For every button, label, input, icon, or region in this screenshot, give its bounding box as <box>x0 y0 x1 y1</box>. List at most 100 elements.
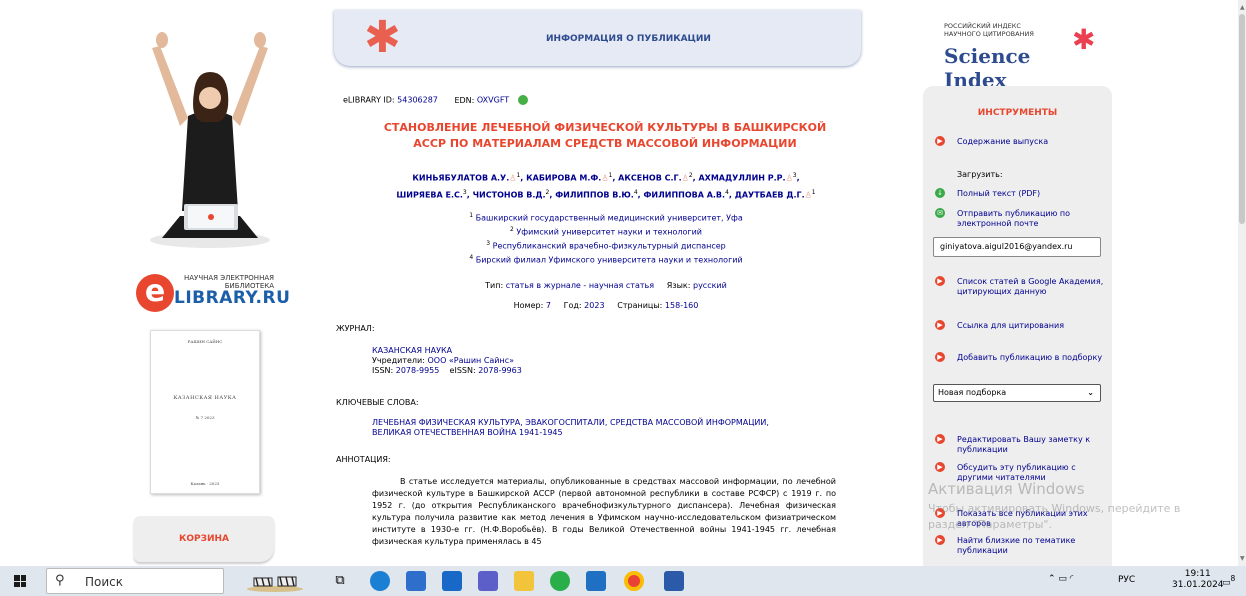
taskbar-search-input[interactable]: ⚲ Поиск <box>46 568 224 594</box>
number-link[interactable]: 7 <box>546 301 551 310</box>
collection-select[interactable]: Новая подборка ⌄ <box>933 384 1101 402</box>
search-placeholder: Поиск <box>85 575 124 589</box>
cart-button[interactable]: КОРЗИНА <box>134 516 274 562</box>
file-explorer-icon[interactable] <box>514 571 534 591</box>
author-affil-ref: 2 <box>688 172 693 179</box>
mail-app-icon[interactable] <box>442 571 462 591</box>
microsoft-store-icon[interactable] <box>406 571 426 591</box>
arrow-right-icon: ▶ <box>935 136 945 146</box>
elibrary-logo[interactable]: e НАУЧНАЯ ЭЛЕКТРОННАЯ БИБЛИОТЕКА LIBRARY… <box>136 270 290 314</box>
edn-label: EDN: <box>454 95 475 105</box>
cover-title: КАЗАНСКАЯ НАУКА <box>173 395 237 401</box>
science-index-logo[interactable]: РОССИЙСКИЙ ИНДЕКС НАУЧНОГО ЦИТИРОВАНИЯ S… <box>944 22 1096 92</box>
person-icon[interactable]: ♙ <box>805 190 812 199</box>
eissn-label: eISSN: <box>449 366 476 375</box>
asterisk-logo-icon: ✱ <box>1072 23 1096 56</box>
affiliation-number: 4 <box>469 254 474 262</box>
lang-label: Язык: <box>666 281 691 290</box>
download-icon: ↓ <box>935 188 945 198</box>
chrome-browser-icon[interactable] <box>624 571 644 591</box>
scroll-down-icon[interactable]: ▼ <box>1240 555 1245 562</box>
year-label: Год: <box>563 301 582 310</box>
abstract-text: В статье исследуется материалы, опублико… <box>372 477 836 547</box>
keyword-link[interactable]: ВЕЛИКАЯ ОТЕЧЕСТВЕННАЯ ВОЙНА 1941-1945 <box>372 428 563 437</box>
journal-block: КАЗАНСКАЯ НАУКА Учредители: ООО «Рашин С… <box>372 346 522 376</box>
pages-label: Страницы: <box>617 301 663 310</box>
pdf-app-icon[interactable] <box>586 571 606 591</box>
clock-time: 19:11 <box>1184 569 1211 579</box>
elibrary-name: LIBRARY.RU <box>174 288 291 308</box>
windows-activation-hint: Чтобы активировать Windows, перейдите в <box>928 502 1181 515</box>
edn-link[interactable]: OXVGFT <box>477 96 509 105</box>
zebra-search-highlight-icon[interactable] <box>246 572 304 592</box>
author-affil-ref: 1 <box>516 172 521 179</box>
page-scrollbar[interactable]: ▲ ▼ <box>1238 0 1246 566</box>
author-affil-ref: 1 <box>811 188 816 196</box>
mail-icon: ✉ <box>935 208 945 218</box>
author-link[interactable]: АХМАДУЛЛИН Р.Р. <box>698 174 785 183</box>
tool-label: Ссылка для цитирования <box>957 321 1065 330</box>
teams-icon[interactable] <box>478 571 498 591</box>
author-affil-ref: 4 <box>633 188 638 196</box>
scrollbar-thumb[interactable] <box>1239 14 1245 224</box>
arrow-right-icon: ▶ <box>935 276 945 286</box>
abstract-heading: АННОТАЦИЯ: <box>336 455 391 464</box>
journal-cover[interactable]: РАШИН САЙНС КАЗАНСКАЯ НАУКА № 7 2023 Каз… <box>150 330 260 494</box>
pages-value: 158-160 <box>664 301 699 310</box>
publication-type-line: Тип: статья в журнале - научная статья Я… <box>356 281 856 290</box>
author-link[interactable]: ШИРЯЕВА Е.С. <box>396 190 463 199</box>
affiliation-link[interactable]: Республиканский врачебно-физкультурный д… <box>493 242 726 251</box>
author-affil-ref: 3 <box>462 188 467 196</box>
affiliation-link[interactable]: Бирский филиал Уфимского университета на… <box>476 256 743 265</box>
lang-value: русский <box>692 281 727 290</box>
publication-title-line-2: АССР ПО МАТЕРИАЛАМ СРЕДСТВ МАССОВОЙ ИНФО… <box>413 137 797 150</box>
author-affil-ref: 2 <box>545 188 550 196</box>
elibrary-id-value: 54306287 <box>397 95 438 105</box>
founder-link[interactable]: ООО «Рашин Сайнс» <box>427 356 514 365</box>
author-link[interactable]: ЧИСТОНОВ В.Д. <box>473 190 546 199</box>
author-link[interactable]: ФИЛИППОВ В.Ю. <box>555 190 634 199</box>
authors-list: КИНЬЯБУЛАТОВ А.У.♙1, КАБИРОВА М.Ф.♙1, АК… <box>356 169 856 202</box>
task-view-icon[interactable]: ⧉ <box>330 571 350 591</box>
cover-publisher: РАШИН САЙНС <box>187 339 223 344</box>
elibrary-id-label: eLIBRARY ID: <box>343 95 395 105</box>
qr-code-icon[interactable] <box>517 95 528 105</box>
affiliation-link[interactable]: Уфимский университет науки и технологий <box>516 228 702 237</box>
affiliation-link[interactable]: Башкирский государственный медицинский у… <box>476 214 743 223</box>
affiliation-item: 2 Уфимский университет науки и технологи… <box>356 224 856 238</box>
tool-label: Добавить публикацию в подборку <box>957 353 1103 362</box>
author-link[interactable]: ДАУТБАЕВ Д.Г. <box>735 190 805 199</box>
whatsapp-icon[interactable] <box>550 571 570 591</box>
author-link[interactable]: ФИЛИППОВА А.В. <box>643 190 725 199</box>
author-link[interactable]: АКСЕНОВ С.Г. <box>618 174 682 183</box>
authors-line-1: КИНЬЯБУЛАТОВ А.У.♙1, КАБИРОВА М.Ф.♙1, АК… <box>412 172 800 183</box>
keywords-heading: КЛЮЧЕВЫЕ СЛОВА: <box>336 398 419 407</box>
windows-activation-watermark: Активация Windows <box>928 480 1085 498</box>
affiliation-number: 2 <box>510 226 514 234</box>
type-value: статья в журнале - научная статья <box>505 281 655 290</box>
person-icon[interactable]: ♙ <box>601 174 608 183</box>
scroll-up-icon[interactable]: ▲ <box>1240 4 1245 11</box>
journal-name-link[interactable]: КАЗАНСКАЯ НАУКА <box>372 346 452 355</box>
windows-start-icon[interactable] <box>14 575 26 587</box>
arrow-right-icon: ▶ <box>935 320 945 330</box>
publication-title-line-1: СТАНОВЛЕНИЕ ЛЕЧЕБНОЙ ФИЗИЧЕСКОЙ КУЛЬТУРЫ… <box>383 121 827 134</box>
author-link[interactable]: КАБИРОВА М.Ф. <box>526 174 601 183</box>
email-field[interactable]: giniyatova.aigul2016@yandex.ru <box>933 237 1101 257</box>
edge-browser-icon[interactable] <box>370 571 390 591</box>
person-icon[interactable]: ♙ <box>682 174 689 183</box>
tool-label: Найти близкие по тематике публикации <box>957 536 1076 555</box>
arrow-right-icon: ▶ <box>935 352 945 362</box>
search-icon: ⚲ <box>55 573 65 588</box>
collection-select-value: Новая подборка <box>938 388 1007 397</box>
publication-issue-line: Номер: 7 Год: 2023 Страницы: 158-160 <box>356 301 856 310</box>
author-link[interactable]: КИНЬЯБУЛАТОВ А.У. <box>412 174 509 183</box>
taskbar-clock[interactable]: 19:11 31.01.2024 <box>1172 569 1224 591</box>
notification-icon[interactable]: ▭8 <box>1222 574 1236 588</box>
notification-count: 8 <box>1230 574 1236 583</box>
authors-line-2: ШИРЯЕВА Е.С.3, ЧИСТОНОВ В.Д.2, ФИЛИППОВ … <box>396 188 816 200</box>
person-icon[interactable]: ♙ <box>786 174 793 183</box>
word-app-icon[interactable] <box>664 571 684 591</box>
founder-label: Учредители: <box>372 356 425 365</box>
keyword-link[interactable]: ЛЕЧЕБНАЯ ФИЗИЧЕСКАЯ КУЛЬТУРА, ЭВАКОГОСПИ… <box>372 418 769 427</box>
